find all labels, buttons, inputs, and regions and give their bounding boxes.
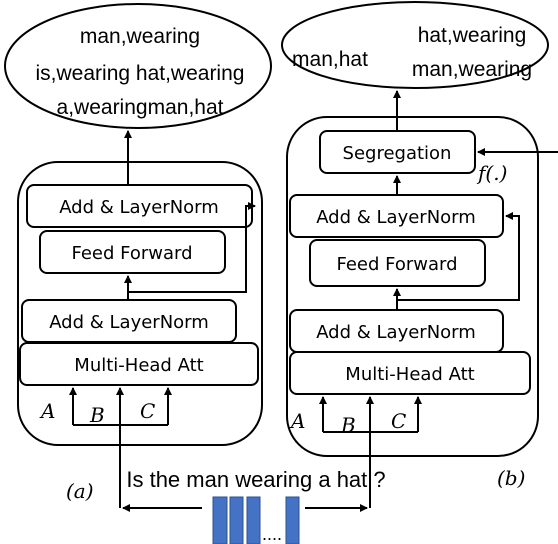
embedding-bar <box>229 496 244 544</box>
input-b-label: B <box>89 403 105 427</box>
attention-a-label: Multi-Head Att <box>74 355 203 376</box>
attention-b-label: Multi-Head Att <box>345 364 474 385</box>
embedding-bar <box>212 496 228 544</box>
embedding-bar <box>285 496 300 544</box>
input-a-label: A <box>39 399 55 423</box>
embedding-vectors <box>212 496 300 544</box>
add-norm-bottom-b-label: Add & LayerNorm <box>316 322 476 343</box>
feed-forward-a-label: Feed Forward <box>71 243 192 264</box>
input-b-label: B <box>340 413 356 437</box>
output-a-line: a,wearingman,hat <box>57 96 224 119</box>
input-c-label: C <box>140 399 155 423</box>
segregation-label: Segregation <box>343 143 452 164</box>
input-a-label: A <box>289 409 305 433</box>
feed-forward-b-label: Feed Forward <box>336 254 457 275</box>
output-b-right-line: man,wearing <box>412 58 532 81</box>
output-b-right-line: hat,wearing <box>418 24 527 47</box>
output-b-left: man,hat <box>292 48 368 71</box>
panel-b-label: (b) <box>497 466 525 490</box>
embedding-bar <box>246 496 261 544</box>
panel-a-label: (a) <box>66 479 94 503</box>
output-a-line: is,wearing hat,wearing <box>36 62 245 85</box>
add-norm-top-b-label: Add & LayerNorm <box>316 207 476 228</box>
function-label: f(.) <box>476 161 507 185</box>
input-c-label: C <box>391 409 406 433</box>
add-norm-top-a-label: Add & LayerNorm <box>59 197 219 218</box>
add-norm-bottom-a-label: Add & LayerNorm <box>49 312 209 333</box>
output-a-line: man,wearing <box>80 25 200 48</box>
embedding-ellipsis: .... <box>262 524 282 544</box>
diagram: .... man,wearing is,wearing hat,wearing … <box>4 1 558 544</box>
question-text: Is the man wearing a hat ? <box>126 467 385 492</box>
